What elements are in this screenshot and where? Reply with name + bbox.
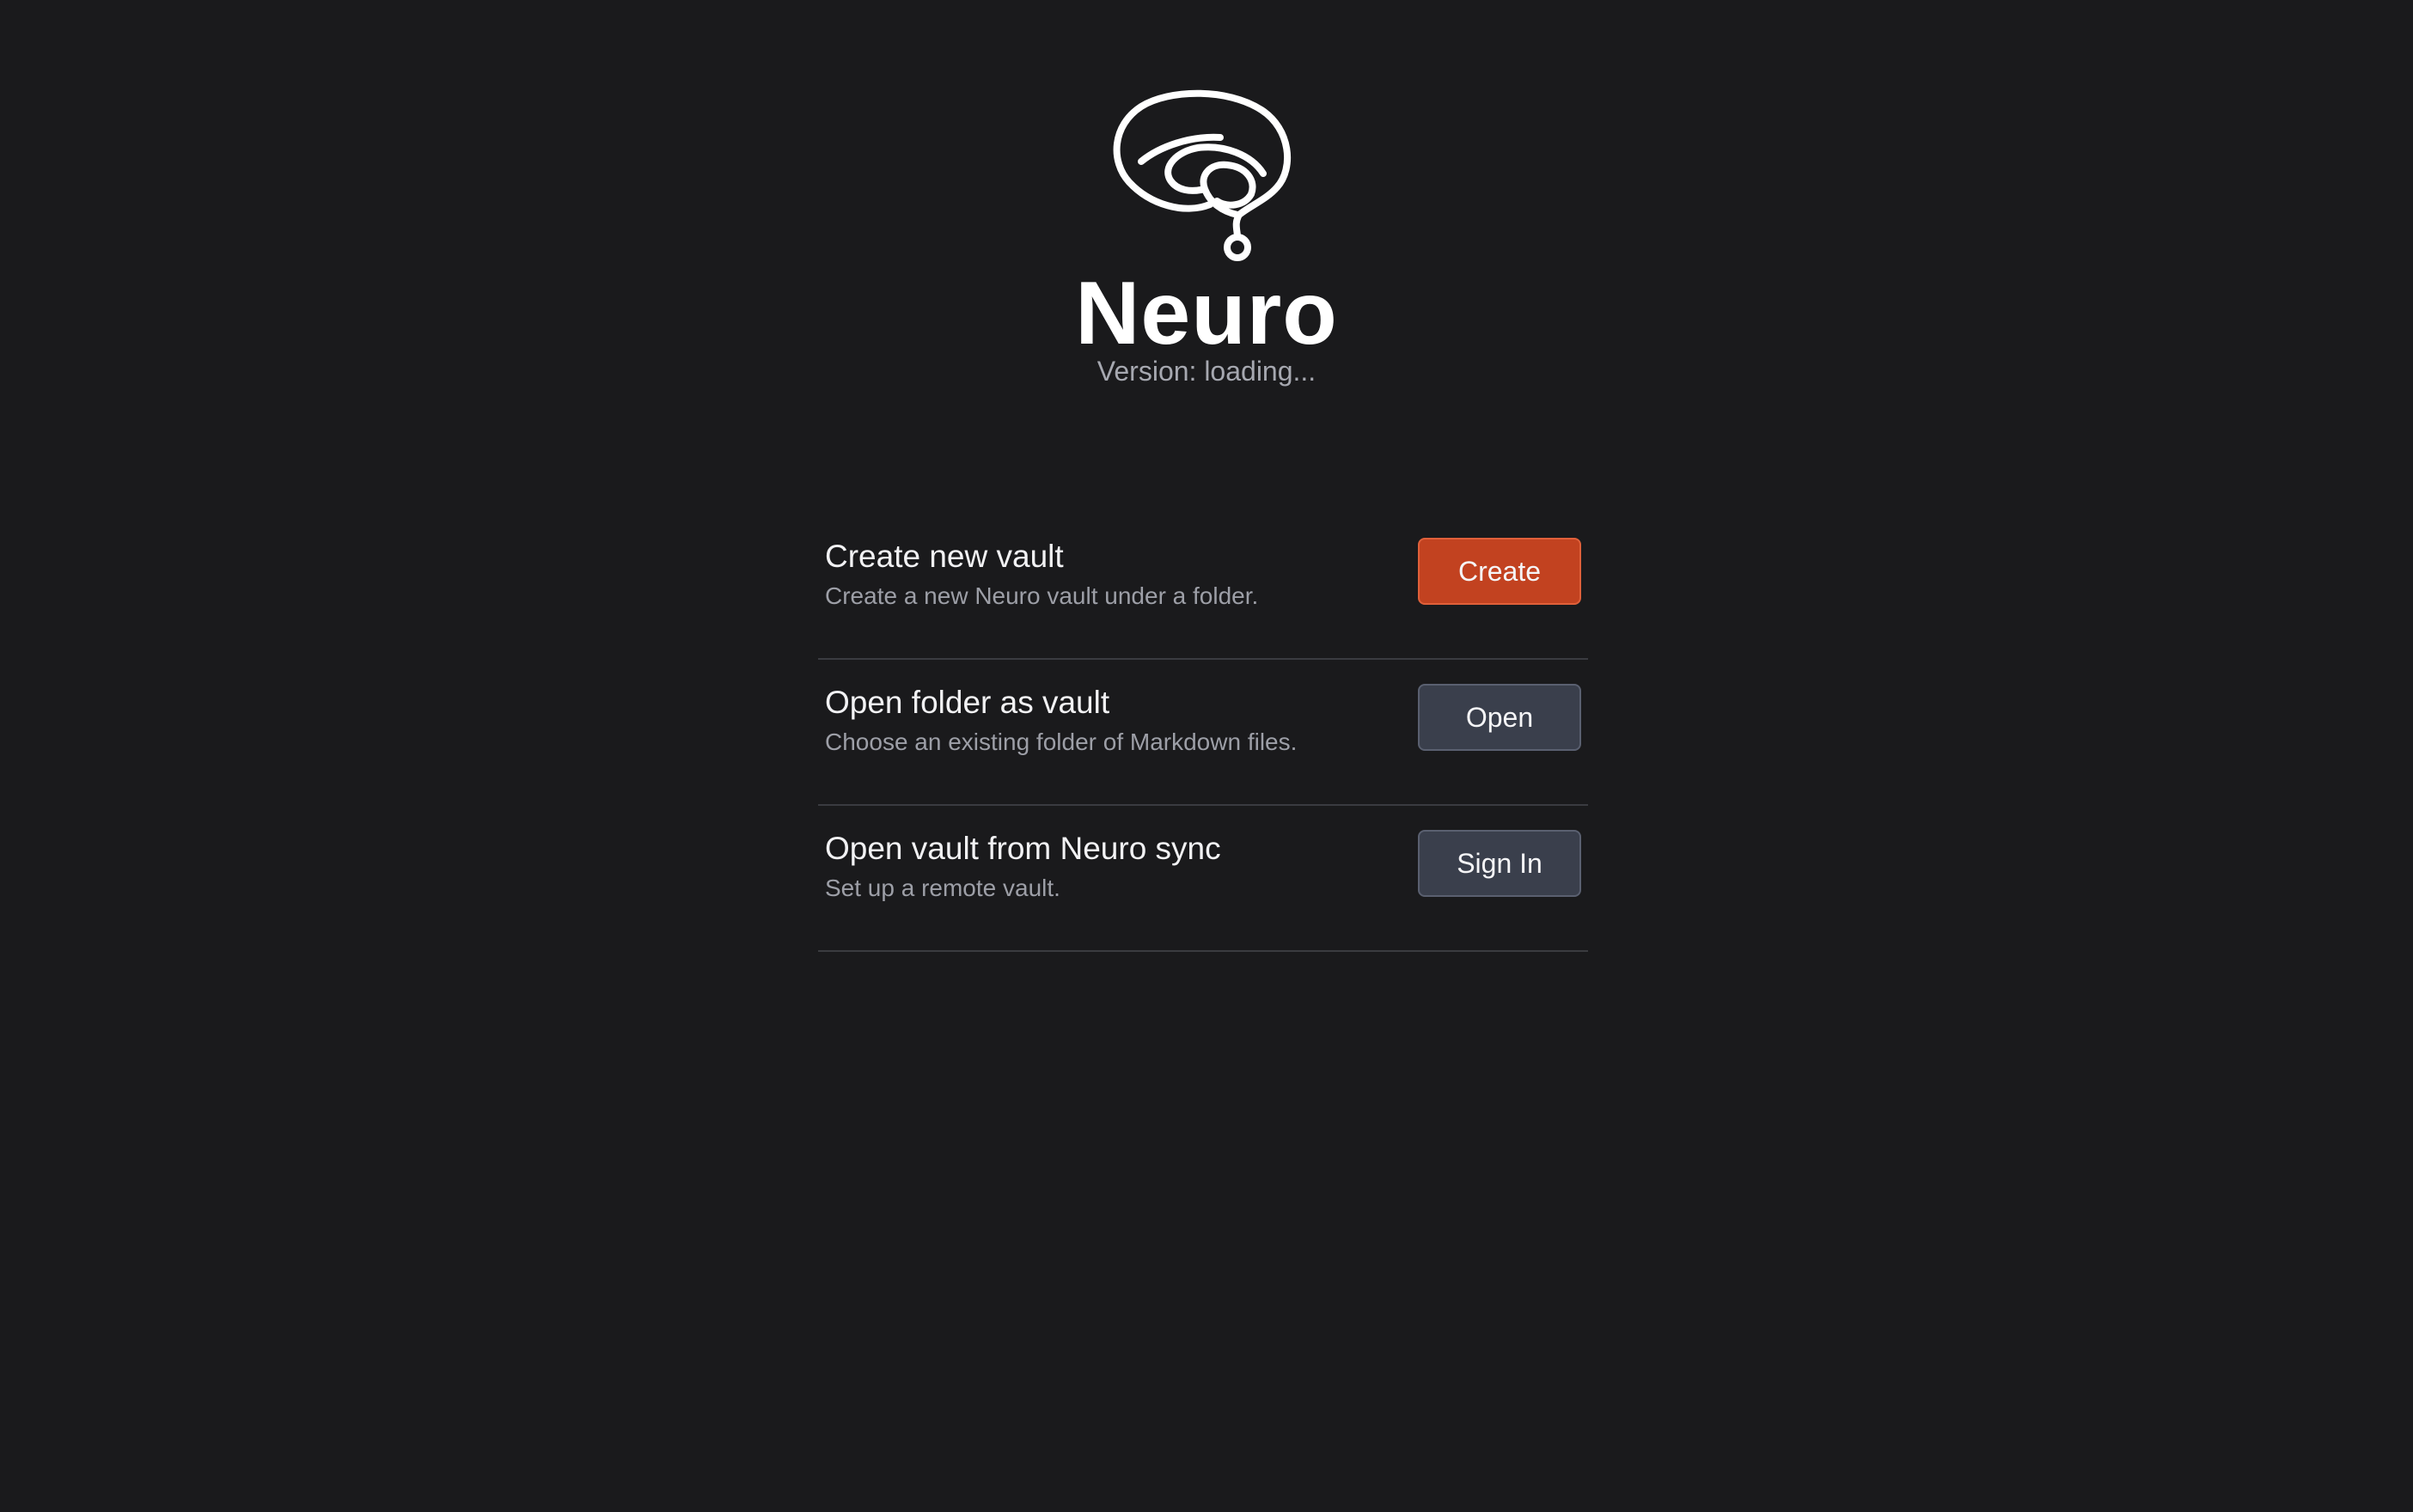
- option-title: Open folder as vault: [825, 685, 1110, 720]
- app-title: Neuro: [1075, 264, 1338, 363]
- option-open-folder: Open folder as vault Choose an existing …: [818, 662, 1588, 806]
- option-create-vault: Create new vault Create a new Neuro vaul…: [818, 515, 1588, 660]
- create-button[interactable]: Create: [1418, 538, 1581, 605]
- option-description: Set up a remote vault.: [825, 875, 1060, 901]
- option-title: Create new vault: [825, 539, 1064, 574]
- open-button[interactable]: Open: [1418, 684, 1581, 751]
- option-title: Open vault from Neuro sync: [825, 831, 1221, 866]
- brain-icon: [1113, 89, 1292, 261]
- option-description: Choose an existing folder of Markdown fi…: [825, 729, 1298, 755]
- version-text: Version: loading...: [1097, 356, 1316, 387]
- option-neuro-sync: Open vault from Neuro sync Set up a remo…: [818, 808, 1588, 952]
- vault-options: Create new vault Create a new Neuro vaul…: [818, 515, 1588, 954]
- option-description: Create a new Neuro vault under a folder.: [825, 582, 1259, 609]
- sign-in-button[interactable]: Sign In: [1418, 830, 1581, 897]
